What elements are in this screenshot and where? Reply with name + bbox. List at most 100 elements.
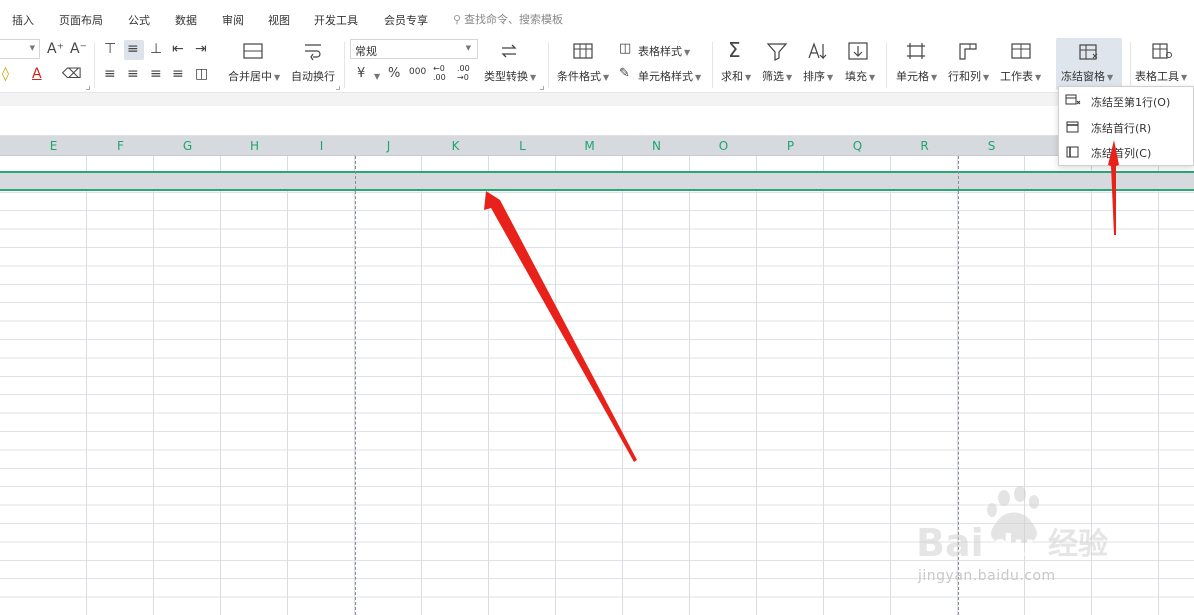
font-increase-button[interactable]: A⁺ [47,41,64,57]
convert-icon[interactable] [498,41,520,61]
align-justify-icon[interactable]: ≡ [172,66,184,82]
number-format-value: 常规 [355,45,377,58]
frozen-row-1[interactable] [0,173,1194,190]
decrease-decimal-button[interactable]: .00 →0 [457,64,477,82]
svg-text:经验: 经验 [1048,527,1108,562]
column-header[interactable]: K [422,139,489,153]
column-header[interactable]: P [757,139,824,153]
column-header[interactable]: N [623,139,690,153]
menu-page-layout[interactable]: 页面布局 [59,12,103,28]
worksheet-icon[interactable] [1010,41,1032,61]
increase-decimal-button[interactable]: ←0 .00 [433,64,453,82]
fill-color-icon[interactable]: ◊ [2,66,9,82]
freeze-panes-menu: 冻结至第1行(O) 冻结首行(R) 冻结首列(C) [1058,86,1194,166]
merge-cells-icon[interactable] [242,41,264,61]
table-tools-button[interactable]: 表格工具 ▼ [1135,68,1187,84]
distributed-align-icon[interactable]: ◫ [195,66,208,82]
divider [94,42,95,88]
align-center-icon[interactable]: ≡ [127,66,139,82]
toolbar-bottom-band [0,92,1194,106]
table-style-button[interactable]: 表格样式 ▼ [638,43,690,59]
sort-button[interactable]: 排序 ▼ [803,68,833,84]
table-tools-icon[interactable] [1151,41,1173,61]
divider [548,42,549,88]
menu-insert[interactable]: 插入 [12,12,34,28]
column-header[interactable]: J [355,139,422,153]
type-convert-button[interactable]: 类型转换 ▼ [484,68,536,84]
dialog-launcher-icon[interactable] [540,86,544,90]
fill-button[interactable]: 填充 ▼ [845,68,875,84]
cell-style-button[interactable]: 单元格样式 ▼ [638,68,701,84]
freeze-row-icon [1065,93,1081,109]
column-header[interactable]: M [556,139,623,153]
search-placeholder: 查找命令、搜索模板 [464,13,564,26]
chevron-down-icon: ▼ [29,44,35,52]
sort-icon[interactable] [806,41,828,61]
menu-developer[interactable]: 开发工具 [314,12,358,28]
currency-button[interactable]: ¥ [357,66,365,82]
divider [344,42,345,88]
dialog-launcher-icon[interactable] [86,86,90,90]
font-decrease-button[interactable]: A⁻ [70,41,87,57]
watermark-url: jingyan.baidu.com [918,568,1056,584]
column-header[interactable]: G [154,139,221,153]
menu-bar: 插入 页面布局 公式 数据 审阅 视图 开发工具 会员专享 ⚲ 查找命令、搜索模板 [0,0,1194,36]
percent-button[interactable]: % [388,66,400,82]
merge-center-button[interactable]: 合并居中 ▼ [228,68,280,84]
align-left-icon[interactable]: ≡ [104,66,116,82]
font-size-select[interactable]: ▼ [0,39,40,59]
fill-icon[interactable] [847,41,869,61]
column-header[interactable]: I [288,139,355,153]
column-header[interactable]: H [221,139,288,153]
filter-icon[interactable] [766,41,788,61]
font-color-icon[interactable]: A [32,66,42,82]
wrap-text-button[interactable]: 自动换行 [291,68,335,84]
worksheet-button[interactable]: 工作表 ▼ [1000,68,1041,84]
column-header[interactable]: R [891,139,958,153]
freeze-panes-button[interactable]: 冻结窗格 ▼ [1056,38,1122,90]
number-format-select[interactable]: 常规 ▼ [350,39,478,59]
conditional-format-button[interactable]: 条件格式 ▼ [557,68,609,84]
freeze-panes-icon [1078,42,1100,62]
column-header[interactable]: S [958,139,1025,153]
menu-data[interactable]: 数据 [175,12,197,28]
cell-icon[interactable] [905,41,927,61]
dialog-launcher-icon[interactable] [336,86,340,90]
freeze-first-column-icon [1065,144,1081,160]
align-middle-icon[interactable]: ≡ [127,41,139,57]
ribbon-toolbar: ▼ A⁺ A⁻ ◊ A ⌫ ⊤ ≡ ⊥ ⇤ ⇥ ≡ ≡ ≡ ≡ ◫ 合并居中 ▼ … [0,36,1194,92]
menu-item-freeze-first-column[interactable]: 冻结首列(C) [1059,140,1194,164]
column-header[interactable]: F [87,139,154,153]
menu-view[interactable]: 视图 [268,12,290,28]
indent-decrease-icon[interactable]: ⇤ [172,41,184,57]
freeze-line-top [0,171,1194,173]
column-header[interactable]: L [489,139,556,153]
row-col-icon[interactable] [957,41,979,61]
column-header[interactable]: E [20,139,87,153]
align-bottom-icon[interactable]: ⊥ [150,41,162,57]
align-right-icon[interactable]: ≡ [150,66,162,82]
row-col-button[interactable]: 行和列 ▼ [948,68,989,84]
sum-button[interactable]: 求和 ▼ [721,68,751,84]
command-search[interactable]: ⚲ 查找命令、搜索模板 [453,11,563,27]
menu-review[interactable]: 审阅 [222,12,244,28]
conditional-format-icon[interactable] [572,41,594,61]
menu-item-freeze-to-row-1[interactable]: 冻结至第1行(O) [1059,89,1194,113]
wrap-text-icon[interactable] [302,41,324,61]
indent-increase-icon[interactable]: ⇥ [195,41,207,57]
eraser-icon[interactable]: ⌫ [62,66,82,82]
cell-button[interactable]: 单元格 ▼ [896,68,937,84]
menu-formula[interactable]: 公式 [128,12,150,28]
column-header[interactable]: Q [824,139,891,153]
thousands-button[interactable]: 000 [409,67,426,77]
chevron-down-icon[interactable]: ▼ [372,69,380,82]
formula-bar[interactable] [0,106,1194,136]
freeze-first-row-icon [1065,119,1081,135]
menu-item-freeze-first-row[interactable]: 冻结首行(R) [1059,115,1194,139]
menu-member[interactable]: 会员专享 [384,12,428,28]
filter-button[interactable]: 筛选 ▼ [762,68,792,84]
sum-icon[interactable]: Σ [728,39,741,61]
align-top-icon[interactable]: ⊤ [104,41,116,57]
column-header[interactable]: O [690,139,757,153]
page-break-line [355,156,356,615]
